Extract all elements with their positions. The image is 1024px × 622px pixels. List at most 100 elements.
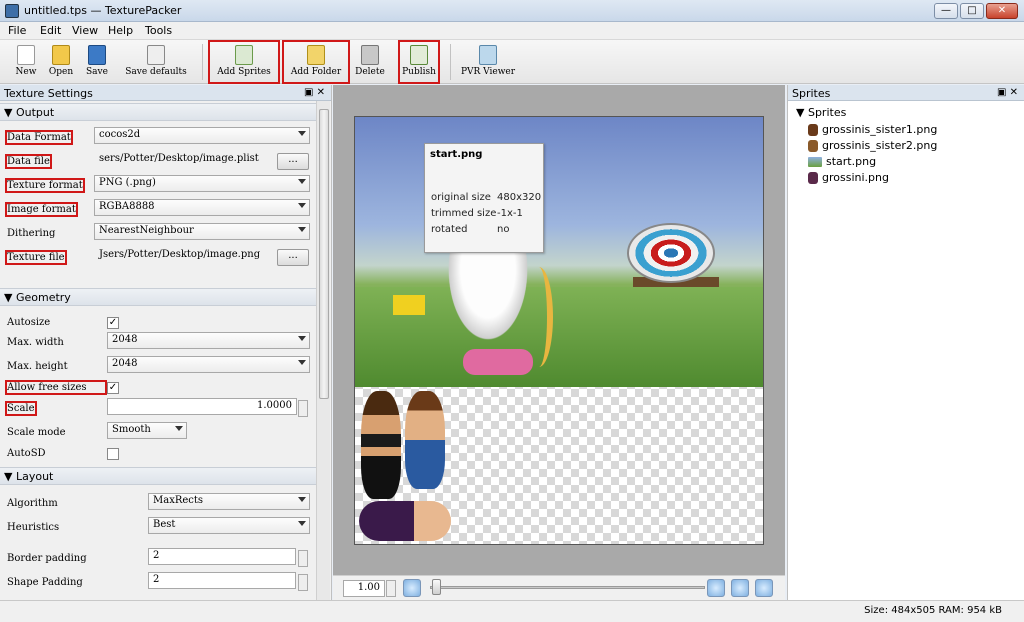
zoom-out-icon[interactable] (403, 579, 421, 597)
panel-float-close-icon[interactable]: ▣ ✕ (997, 87, 1018, 98)
section-output[interactable]: ▼ Output (0, 103, 316, 121)
data-format-select[interactable]: cocos2d (94, 127, 310, 144)
scene-target-stand (633, 277, 719, 317)
sprite-thumbnail-icon (808, 157, 822, 167)
shape-padding-row: Shape Padding 2 (0, 572, 316, 594)
dropdown-arrow-icon (298, 336, 306, 341)
dithering-select[interactable]: NearestNeighbour (94, 223, 310, 240)
scrollbar-thumb[interactable] (319, 109, 329, 399)
autosize-checkbox[interactable]: ✓ (107, 317, 119, 329)
grossinis-sister1-sprite[interactable] (361, 391, 401, 499)
sprites-tree-root[interactable]: ▼ Sprites (796, 106, 846, 119)
pvr-viewer-button[interactable]: PVR Viewer (460, 42, 516, 82)
sprite-item-grossinis-sister2[interactable]: grossinis_sister2.png (808, 139, 937, 152)
panel-float-close-icon[interactable]: ▣ ✕ (304, 87, 325, 98)
heuristics-select[interactable]: Best (148, 517, 310, 534)
data-file-browse-button[interactable]: ... (277, 153, 309, 170)
zoom-fit-icon[interactable] (731, 579, 749, 597)
zoom-spinner[interactable] (386, 580, 396, 597)
grossini-sprite[interactable] (359, 501, 451, 541)
texture-file-row: Texture file Jsers/Potter/Desktop/image.… (0, 247, 316, 269)
zoom-input[interactable]: 1.00 (343, 580, 385, 597)
menu-edit[interactable]: Edit (40, 24, 61, 37)
sprite-item-grossinis-sister1[interactable]: grossinis_sister1.png (808, 123, 937, 136)
texture-settings-header: Texture Settings ▣ ✕ (0, 85, 331, 101)
minimize-button[interactable]: — (934, 3, 958, 19)
dropdown-arrow-icon (298, 227, 306, 232)
add-sprites-icon (235, 45, 253, 65)
section-layout[interactable]: ▼ Layout (0, 467, 316, 485)
texture-file-input[interactable]: Jsers/Potter/Desktop/image.png (94, 247, 274, 264)
autosize-label: Autosize (7, 317, 51, 328)
texture-format-select[interactable]: PNG (.png) (94, 175, 310, 192)
dithering-row: Dithering NearestNeighbour (0, 223, 316, 245)
dropdown-arrow-icon (298, 521, 306, 526)
add-folder-button[interactable]: Add Folder (282, 40, 350, 84)
menu-view[interactable]: View (72, 24, 98, 37)
save-defaults-button[interactable]: Save defaults (120, 42, 192, 82)
add-sprites-button[interactable]: Add Sprites (208, 40, 280, 84)
app-icon (5, 4, 19, 18)
data-file-label: Data file (5, 154, 52, 169)
image-format-row: Image format RGBA8888 (0, 199, 316, 221)
scale-input[interactable]: 1.0000 (107, 398, 297, 415)
allow-free-sizes-checkbox[interactable]: ✓ (107, 382, 119, 394)
scale-row: Scale 1.0000 (0, 398, 316, 420)
allow-free-sizes-label: Allow free sizes (5, 380, 107, 395)
zoom-actual-icon[interactable] (755, 579, 773, 597)
close-button[interactable]: ✕ (986, 3, 1018, 19)
open-button[interactable]: Open (46, 42, 76, 82)
settings-scrollbar[interactable] (316, 101, 330, 600)
dropdown-arrow-icon (298, 360, 306, 365)
max-width-row: Max. width 2048 (0, 332, 316, 354)
border-padding-input[interactable]: 2 (148, 548, 296, 565)
data-file-input[interactable]: sers/Potter/Desktop/image.plist (94, 151, 274, 168)
texture-atlas-preview[interactable] (354, 116, 764, 545)
menu-help[interactable]: Help (108, 24, 133, 37)
max-width-select[interactable]: 2048 (107, 332, 310, 349)
zoom-slider[interactable] (430, 586, 705, 589)
menu-bar: File Edit View Help Tools (0, 22, 1024, 40)
save-button[interactable]: Save (82, 42, 112, 82)
scene-flag (393, 295, 425, 315)
sprites-panel-header: Sprites ▣ ✕ (788, 85, 1024, 101)
algorithm-select[interactable]: MaxRects (148, 493, 310, 510)
dropdown-arrow-icon (298, 131, 306, 136)
dithering-label: Dithering (7, 228, 56, 239)
save-defaults-icon (147, 45, 165, 65)
texture-file-browse-button[interactable]: ... (277, 249, 309, 266)
sprite-item-grossini[interactable]: grossini.png (808, 171, 889, 184)
delete-button[interactable]: Delete (352, 42, 388, 82)
status-text: Size: 484x505 RAM: 954 kB (864, 605, 1002, 616)
new-file-icon (17, 45, 35, 65)
autosd-checkbox[interactable] (107, 448, 119, 460)
algorithm-label: Algorithm (7, 498, 58, 509)
texture-file-label: Texture file (5, 250, 67, 265)
scale-mode-row: Scale mode Smooth (0, 422, 316, 444)
start-sprite[interactable] (355, 117, 763, 387)
scale-label: Scale (5, 401, 37, 416)
grossinis-sister2-sprite[interactable] (405, 391, 445, 489)
zoom-in-icon[interactable] (707, 579, 725, 597)
sprite-item-start[interactable]: start.png (808, 155, 876, 168)
border-padding-spinner[interactable] (298, 550, 308, 567)
window-title: untitled.tps — TexturePacker (24, 4, 182, 17)
panel-title: Texture Settings (4, 87, 93, 100)
maximize-button[interactable]: □ (960, 3, 984, 19)
shape-padding-spinner[interactable] (298, 574, 308, 591)
menu-file[interactable]: File (8, 24, 26, 37)
texture-format-row: Texture format PNG (.png) (0, 175, 316, 197)
shape-padding-input[interactable]: 2 (148, 572, 296, 589)
max-height-select[interactable]: 2048 (107, 356, 310, 373)
image-format-select[interactable]: RGBA8888 (94, 199, 310, 216)
section-geometry[interactable]: ▼ Geometry (0, 288, 316, 306)
new-button[interactable]: New (12, 42, 40, 82)
save-icon (88, 45, 106, 65)
scale-spinner[interactable] (298, 400, 308, 417)
zoom-slider-handle[interactable] (432, 579, 441, 595)
pvr-viewer-icon (479, 45, 497, 65)
scale-mode-select[interactable]: Smooth (107, 422, 187, 439)
publish-button[interactable]: Publish (398, 40, 440, 84)
dropdown-arrow-icon (298, 179, 306, 184)
menu-tools[interactable]: Tools (145, 24, 172, 37)
